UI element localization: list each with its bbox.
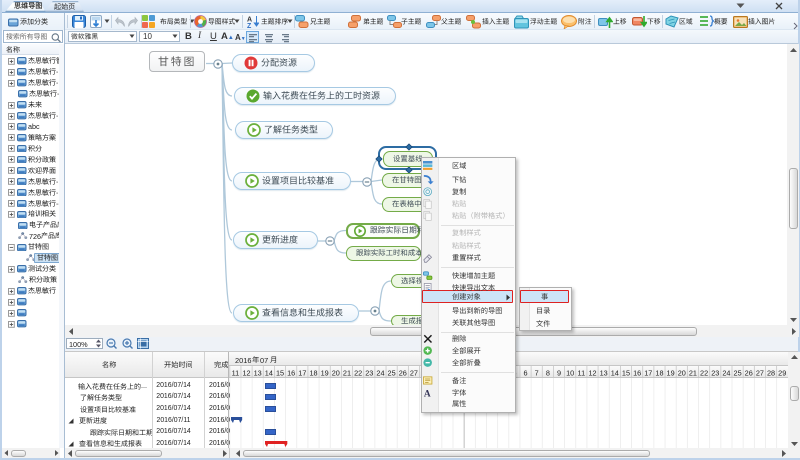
- svg-text:8: 8: [546, 369, 550, 378]
- svg-text:17: 17: [298, 369, 306, 378]
- svg-text:6: 6: [524, 369, 528, 378]
- svg-text:19: 19: [321, 369, 329, 378]
- svg-text:20: 20: [678, 369, 686, 378]
- svg-text:21: 21: [689, 369, 697, 378]
- svg-text:15: 15: [622, 369, 630, 378]
- svg-text:18: 18: [655, 369, 663, 378]
- svg-text:20: 20: [332, 369, 340, 378]
- svg-text:9: 9: [557, 369, 561, 378]
- svg-text:23: 23: [365, 369, 373, 378]
- svg-text:22: 22: [700, 369, 708, 378]
- svg-text:23: 23: [711, 369, 719, 378]
- svg-text:16: 16: [633, 369, 641, 378]
- svg-text:25: 25: [388, 369, 396, 378]
- svg-text:11: 11: [232, 369, 240, 378]
- svg-text:10: 10: [566, 369, 574, 378]
- svg-text:14: 14: [611, 369, 619, 378]
- svg-text:28: 28: [767, 369, 775, 378]
- svg-text:18: 18: [309, 369, 317, 378]
- svg-text:17: 17: [644, 369, 652, 378]
- svg-text:15: 15: [276, 369, 284, 378]
- svg-text:24: 24: [722, 369, 730, 378]
- svg-text:29: 29: [778, 369, 786, 378]
- svg-text:13: 13: [600, 369, 608, 378]
- svg-text:21: 21: [343, 369, 351, 378]
- svg-text:12: 12: [588, 369, 596, 378]
- svg-text:14: 14: [265, 369, 273, 378]
- svg-text:13: 13: [254, 369, 262, 378]
- svg-text:16: 16: [287, 369, 295, 378]
- svg-text:12: 12: [242, 369, 250, 378]
- svg-text:19: 19: [667, 369, 675, 378]
- svg-text:22: 22: [354, 369, 362, 378]
- svg-text:A: A: [424, 389, 431, 399]
- svg-text:11: 11: [578, 369, 586, 378]
- svg-text:26: 26: [745, 369, 753, 378]
- svg-text:7: 7: [535, 369, 539, 378]
- svg-text:27: 27: [756, 369, 764, 378]
- svg-text:24: 24: [376, 369, 384, 378]
- svg-text:25: 25: [734, 369, 742, 378]
- svg-text:27: 27: [410, 369, 418, 378]
- svg-text:26: 26: [399, 369, 407, 378]
